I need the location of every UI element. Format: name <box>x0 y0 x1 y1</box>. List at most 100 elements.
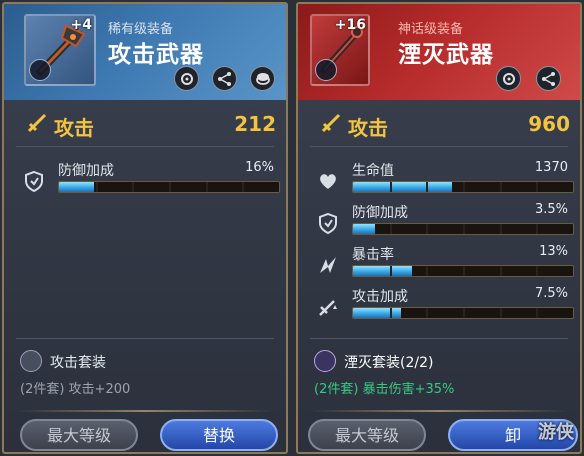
shield-icon <box>25 170 43 193</box>
bar-segment-divider <box>499 224 502 234</box>
enhance-level: +16 <box>334 17 366 33</box>
attack-label: 攻击 <box>348 116 388 140</box>
set-icon <box>20 350 42 372</box>
attack-label: 攻击 <box>54 116 94 140</box>
stat-row: 攻击加成 7.5% <box>298 286 580 326</box>
set-bonus: (2件套) 攻击+200 <box>20 382 131 397</box>
stat-bar <box>352 265 574 277</box>
stat-bar-fill <box>353 182 452 192</box>
set-bonus: (2件套) 暴击伤害+35% <box>314 378 454 397</box>
separator <box>16 338 274 339</box>
coin-button[interactable] <box>250 66 275 91</box>
stat-bar-fill <box>353 224 375 234</box>
bar-segment-divider <box>132 182 135 192</box>
share-icon <box>542 72 555 86</box>
bar-segment-divider <box>426 266 429 276</box>
weapon-thumbnail[interactable]: +16 <box>310 14 370 86</box>
set-name: 攻击套装 <box>50 355 106 371</box>
set-bonus-count: (2件套) <box>314 382 359 397</box>
bar-segment-divider <box>536 266 539 276</box>
stat-bar-fill <box>59 182 95 192</box>
stat-label: 防御加成 <box>352 205 408 221</box>
watermark: 游侠 <box>538 422 574 443</box>
stat-bar <box>352 223 574 235</box>
bar-segment-divider <box>389 266 392 276</box>
bar-segment-divider <box>389 182 392 192</box>
max-level-button[interactable]: 最大等级 <box>308 419 426 451</box>
equipment-card-new: +16 神话级装备 湮灭武器 攻击 960 生命值 1370 防御加成 3.5%… <box>296 2 582 454</box>
replace-button[interactable]: 替换 <box>160 419 278 451</box>
stat-label: 攻击加成 <box>352 289 408 305</box>
bar-segment-divider <box>499 182 502 192</box>
bar-segment-divider <box>499 266 502 276</box>
card-header: +4 稀有级装备 攻击武器 <box>4 4 286 100</box>
bar-segment-divider <box>169 182 171 192</box>
bar-segment-divider <box>426 308 429 318</box>
bar-segment-divider <box>536 224 539 234</box>
item-title: 湮灭武器 <box>398 42 494 68</box>
lock-icon <box>29 59 51 81</box>
heart-icon <box>320 174 336 189</box>
share-button[interactable] <box>212 66 237 91</box>
bar-segment-divider <box>463 182 465 192</box>
stat-label: 生命值 <box>352 163 394 179</box>
stat-value: 13% <box>539 244 568 259</box>
coin-icon <box>256 73 270 85</box>
lock-button[interactable] <box>496 66 521 91</box>
bar-segment-divider <box>536 182 539 192</box>
card-header: +16 神话级装备 湮灭武器 <box>298 4 580 100</box>
weapon-thumbnail[interactable]: +4 <box>24 14 96 86</box>
bar-segment-divider <box>463 266 465 276</box>
divider <box>16 410 274 412</box>
stat-bar <box>58 181 280 193</box>
stat-bar-fill <box>353 308 402 318</box>
bar-segment-divider <box>205 182 208 192</box>
sword-boost-icon <box>319 300 337 316</box>
set-bonus-effect: 暴击伤害+35% <box>362 382 455 397</box>
stat-label: 暴击率 <box>352 247 394 263</box>
bar-segment-divider <box>426 182 429 192</box>
bar-segment-divider <box>389 224 392 234</box>
set-icon <box>314 350 336 372</box>
attack-value: 212 <box>234 112 276 136</box>
separator <box>310 338 568 339</box>
equipment-card-current: +4 稀有级装备 攻击武器 攻击 212 防御加成 16% 攻击套装 (2件套)… <box>2 2 288 454</box>
enhance-level: +4 <box>70 17 92 33</box>
attack-row: 攻击 960 <box>298 104 580 144</box>
stat-value: 1370 <box>534 160 568 175</box>
attack-value: 960 <box>528 112 570 136</box>
bar-segment-divider <box>463 224 465 234</box>
bar-segment-divider <box>536 308 539 318</box>
bar-segment-divider <box>463 308 465 318</box>
bar-segment-divider <box>389 308 392 318</box>
share-button[interactable] <box>536 66 561 91</box>
stat-value: 16% <box>245 160 274 175</box>
stat-row: 防御加成 3.5% <box>298 202 580 242</box>
sword-icon <box>27 113 47 133</box>
stat-row: 防御加成 16% <box>4 160 286 200</box>
set-name: 湮灭套装(2/2) <box>344 355 434 371</box>
attack-row: 攻击 212 <box>4 104 286 144</box>
item-title: 攻击武器 <box>108 42 204 68</box>
lock-icon <box>315 59 337 81</box>
stat-row: 生命值 1370 <box>298 160 580 200</box>
stat-value: 3.5% <box>534 202 568 217</box>
stat-bar <box>352 307 574 319</box>
stat-bar-fill <box>353 266 413 276</box>
lock-button[interactable] <box>174 66 199 91</box>
stat-row: 暴击率 13% <box>298 244 580 284</box>
sword-icon <box>321 113 341 133</box>
share-icon <box>218 72 231 86</box>
bar-segment-divider <box>95 182 98 192</box>
lock-toggle-icon <box>503 73 515 85</box>
shield-icon <box>319 212 337 235</box>
stat-value: 7.5% <box>534 286 568 301</box>
critical-icon <box>320 257 336 273</box>
bar-segment-divider <box>426 224 429 234</box>
max-level-button[interactable]: 最大等级 <box>20 419 138 451</box>
bar-segment-divider <box>242 182 245 192</box>
separator <box>310 146 568 147</box>
bar-segment-divider <box>499 308 502 318</box>
separator <box>16 146 274 147</box>
divider <box>310 410 568 412</box>
